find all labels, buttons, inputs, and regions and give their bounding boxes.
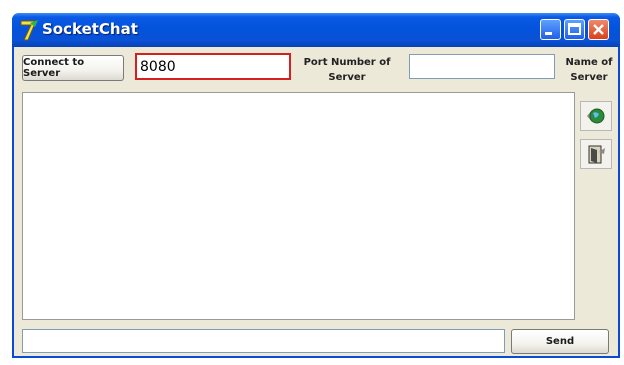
server-name-input[interactable]: [409, 54, 555, 79]
minimize-icon: [545, 32, 552, 35]
socketchat-window: SocketChat Connect to Server 8080 Port N…: [12, 13, 620, 358]
chat-messages-area[interactable]: [22, 92, 575, 320]
connect-globe-button[interactable]: [580, 101, 612, 131]
close-icon: [593, 24, 604, 35]
globe-icon: [587, 108, 605, 124]
maximize-icon: [568, 23, 581, 35]
port-number-label: Port Number of Server: [303, 57, 391, 83]
app-logo-icon: [20, 20, 38, 41]
port-number-input[interactable]: 8080: [135, 53, 291, 80]
message-input[interactable]: [22, 329, 505, 353]
minimize-button[interactable]: [540, 19, 561, 40]
door-exit-icon: [588, 145, 605, 164]
close-button[interactable]: [588, 19, 609, 40]
window-title: SocketChat: [42, 20, 138, 38]
server-name-label: Name of Server: [565, 57, 613, 83]
send-button[interactable]: Send: [511, 329, 609, 354]
connect-to-server-button[interactable]: Connect to Server: [22, 55, 124, 81]
disconnect-door-button[interactable]: [580, 139, 612, 169]
maximize-button[interactable]: [564, 19, 585, 40]
title-bar[interactable]: SocketChat: [12, 13, 620, 47]
